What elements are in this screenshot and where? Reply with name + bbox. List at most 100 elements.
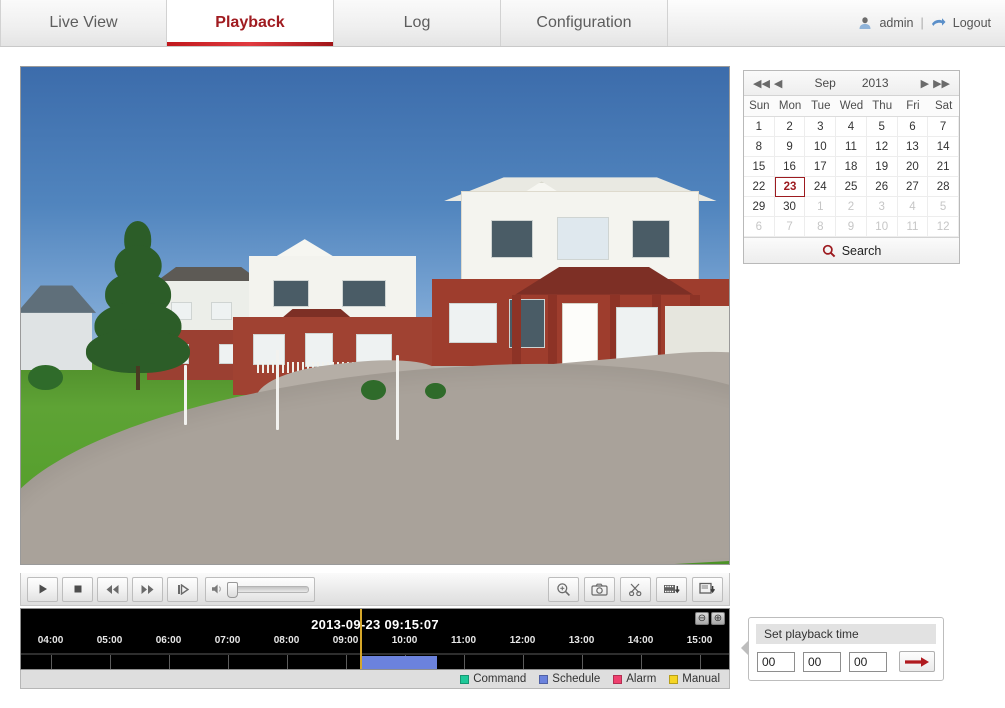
prev-year-button[interactable]: ◀◀ (751, 77, 772, 90)
calendar-day[interactable]: 11 (836, 137, 867, 157)
video-player[interactable] (20, 66, 730, 565)
stop-button[interactable] (62, 576, 93, 602)
calendar-day[interactable]: 7 (928, 117, 959, 137)
document-download-icon (699, 582, 716, 596)
calendar-day-grid[interactable]: 1 2 3 4 5 6 7 8 9 10 11 12 13 14 15 16 17 18 19 20 21 22 23 24 2… (744, 117, 959, 237)
video-frame (21, 67, 729, 564)
set-playback-time-panel: Set playback time (741, 617, 944, 681)
timeline-hour-label: 09:00 (332, 635, 359, 646)
calendar-day[interactable]: 22 (744, 177, 775, 197)
tab-configuration-label: Configuration (536, 14, 632, 31)
calendar-day[interactable]: 26 (866, 177, 898, 197)
lamp-post-2 (275, 350, 279, 430)
tab-log[interactable]: Log (334, 0, 501, 46)
calendar-search-button[interactable]: Search (744, 237, 959, 263)
calendar-day[interactable]: 3 (805, 117, 837, 137)
timeline-track[interactable] (21, 653, 729, 669)
logout-label[interactable]: Logout (953, 16, 991, 30)
search-icon (822, 244, 836, 258)
legend-label: Schedule (552, 673, 601, 685)
calendar-day[interactable]: 12 (866, 137, 898, 157)
spruce-tree (85, 221, 191, 391)
download-video-button[interactable] (656, 576, 687, 602)
calendar-day[interactable]: 14 (928, 137, 959, 157)
calendar-day[interactable]: 19 (866, 157, 898, 177)
playback-minutes-input[interactable] (803, 651, 841, 672)
calendar-day[interactable]: 5 (928, 197, 959, 217)
calendar-day[interactable]: 6 (897, 117, 929, 137)
calendar-day[interactable]: 16 (774, 157, 806, 177)
tab-configuration[interactable]: Configuration (501, 0, 668, 46)
calendar-day[interactable]: 18 (836, 157, 867, 177)
calendar-day[interactable]: 3 (866, 197, 898, 217)
calendar-day[interactable]: 2 (774, 117, 806, 137)
playback-seconds-input[interactable] (849, 651, 887, 672)
legend-color-swatch (613, 674, 623, 684)
single-frame-button[interactable] (167, 576, 198, 602)
next-month-button[interactable]: ▶ (919, 77, 931, 90)
timeline-gridline (50, 655, 52, 669)
timeline-zoom-in-button[interactable]: ⊕ (711, 612, 725, 625)
calendar-day[interactable]: 12 (928, 217, 959, 237)
calendar-day[interactable]: 4 (897, 197, 929, 217)
volume-control[interactable] (205, 576, 315, 602)
calendar-day[interactable]: 13 (897, 137, 929, 157)
volume-slider[interactable] (227, 581, 309, 598)
legend-color-swatch (539, 674, 549, 684)
fast-forward-button[interactable] (132, 576, 163, 602)
calendar-day[interactable]: 28 (928, 177, 959, 197)
calendar-day[interactable]: 5 (866, 117, 898, 137)
volume-slider-handle[interactable] (227, 581, 238, 598)
calendar-day[interactable]: 24 (805, 177, 837, 197)
legend-color-swatch (460, 674, 470, 684)
calendar-day[interactable]: 27 (897, 177, 929, 197)
calendar-day[interactable]: 10 (866, 217, 898, 237)
next-year-button[interactable]: ▶▶ (931, 77, 952, 90)
logout-icon[interactable] (931, 17, 946, 30)
user-separator: | (920, 16, 924, 30)
prev-month-button[interactable]: ◀ (772, 77, 784, 90)
calendar-day[interactable]: 2 (836, 197, 867, 217)
playback-timeline[interactable]: 2013-09-23 09:15:07 ⊖ ⊕ 04:00 05:00 06:00 0… (20, 608, 730, 670)
play-button[interactable] (27, 576, 58, 602)
calendar-day[interactable]: 8 (805, 217, 837, 237)
calendar-year-label: 2013 (861, 76, 889, 90)
calendar-day[interactable]: 1 (744, 117, 775, 137)
rewind-button[interactable] (97, 576, 128, 602)
calendar-day[interactable]: 21 (928, 157, 959, 177)
calendar-day[interactable]: 15 (744, 157, 775, 177)
playback-hours-input[interactable] (757, 651, 795, 672)
timeline-zoom-out-button[interactable]: ⊖ (695, 612, 709, 625)
playback-control-bar (20, 573, 730, 606)
calendar-day[interactable]: 20 (897, 157, 929, 177)
download-file-button[interactable] (692, 576, 723, 602)
tab-playback[interactable]: Playback (167, 0, 334, 46)
calendar-day[interactable]: 25 (836, 177, 867, 197)
calendar-day[interactable]: 9 (774, 137, 806, 157)
clip-button[interactable] (620, 576, 651, 602)
calendar-day-selected[interactable]: 23 (774, 177, 806, 197)
calendar-day[interactable]: 9 (836, 217, 867, 237)
calendar-day[interactable]: 8 (744, 137, 775, 157)
playback-go-button[interactable] (899, 651, 935, 672)
timeline-hour-label: 08:00 (273, 635, 300, 646)
calendar-day[interactable]: 17 (805, 157, 837, 177)
calendar-day[interactable]: 30 (774, 197, 806, 217)
calendar-weekday: Mon (774, 96, 806, 117)
calendar-day[interactable]: 10 (805, 137, 837, 157)
calendar-day[interactable]: 4 (836, 117, 867, 137)
calendar-day[interactable]: 6 (744, 217, 775, 237)
calendar-day[interactable]: 29 (744, 197, 775, 217)
calendar-month-label: Sep (814, 76, 836, 90)
calendar-day[interactable]: 11 (897, 217, 929, 237)
calendar-day[interactable]: 7 (774, 217, 806, 237)
play-icon (37, 583, 49, 595)
snapshot-button[interactable] (584, 576, 615, 602)
digital-zoom-button[interactable] (548, 576, 579, 602)
timeline-recording-segment[interactable] (360, 656, 437, 669)
tab-live-view[interactable]: Live View (0, 0, 167, 46)
calendar-weekday-row: Sun Mon Tue Wed Thu Fri Sat (744, 96, 959, 117)
timeline-playhead[interactable] (360, 609, 363, 669)
calendar-day[interactable]: 1 (805, 197, 837, 217)
timeline-zoom-controls: ⊖ ⊕ (695, 612, 725, 625)
